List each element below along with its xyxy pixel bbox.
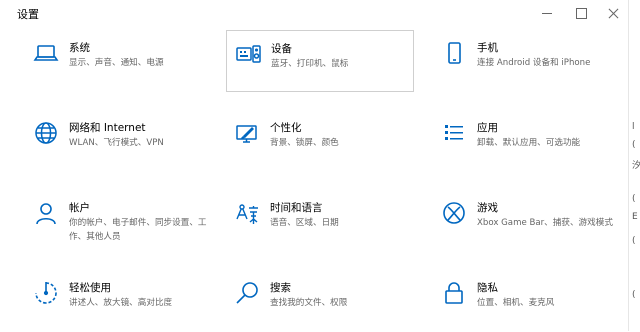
tile-description: 显示、声音、通知、电源 [69,58,164,68]
tile-time-language[interactable]: 时间和语言 语音、区域、日期 [226,190,414,252]
time-language-icon [232,198,262,228]
tile-personalization[interactable]: 个性化 背景、锁屏、颜色 [226,110,414,172]
tile-description: 你的帐户、电子邮件、同步设置、工作、其他人员 [69,218,207,242]
tile-description: 语音、区域、日期 [270,218,339,228]
tile-search[interactable]: 搜索 查找我的文件、权限 [226,270,414,332]
tile-name: 设备 [271,43,292,55]
apps-list-icon [439,118,469,148]
tile-name: 网络和 Internet [69,122,146,134]
edge-glyph: ( [632,194,636,204]
edge-glyph: E [632,212,638,222]
tile-name: 隐私 [477,282,498,294]
phone-icon [439,38,469,68]
tile-description: 位置、相机、麦克风 [477,298,555,308]
tile-description: 卸载、默认应用、可选功能 [477,138,581,148]
tile-description: 查找我的文件、权限 [270,298,348,308]
tile-network[interactable]: 网络和 Internet WLAN、飞行模式、VPN [25,110,213,172]
tile-name: 轻松使用 [69,282,111,294]
window-title: 设置 [17,8,39,21]
maximize-button[interactable] [564,0,598,26]
tile-phone[interactable]: 手机 连接 Android 设备和 iPhone [433,30,621,92]
tile-name: 时间和语言 [270,202,323,214]
tile-description: WLAN、飞行模式、VPN [69,138,164,148]
tile-name: 系统 [69,42,90,54]
edge-glyph: ( [632,140,636,150]
tile-description: 讲述人、放大镜、高对比度 [69,298,173,308]
lock-icon [439,278,469,308]
edge-glyph: ( [632,236,636,246]
tile-privacy[interactable]: 隐私 位置、相机、麦克风 [433,270,621,332]
tile-description: Xbox Game Bar、捕获、游戏模式 [477,218,613,228]
settings-window: 设置 系统 显示、声音、通知、电源 设备 蓝牙、打印机、鼠标 手机 连接 And… [0,0,628,331]
tile-description: 蓝牙、打印机、鼠标 [271,59,349,69]
tile-name: 搜索 [270,282,291,294]
edge-glyph: l [632,122,635,132]
tile-name: 手机 [477,42,498,54]
keyboard-speaker-icon [233,39,263,69]
tile-name: 应用 [477,122,498,134]
close-icon [608,8,619,19]
paint-monitor-icon [232,118,262,148]
tile-name: 游戏 [477,202,498,214]
title-bar: 设置 [0,0,628,28]
tile-devices[interactable]: 设备 蓝牙、打印机、鼠标 [226,30,414,92]
maximize-icon [575,7,587,19]
close-button[interactable] [596,0,630,26]
tile-accounts[interactable]: 帐户 你的帐户、电子邮件、同步设置、工作、其他人员 [25,190,213,252]
ease-of-access-icon [31,278,61,308]
tile-gaming[interactable]: 游戏 Xbox Game Bar、捕获、游戏模式 [433,190,621,252]
tile-system[interactable]: 系统 显示、声音、通知、电源 [25,30,213,92]
search-icon [232,278,262,308]
tile-description: 连接 Android 设备和 iPhone [477,58,591,68]
person-icon [31,198,61,228]
tile-ease-of-access[interactable]: 轻松使用 讲述人、放大镜、高对比度 [25,270,213,332]
tile-description: 背景、锁屏、颜色 [270,138,339,148]
tile-name: 个性化 [270,122,302,134]
minimize-button[interactable] [530,0,564,26]
edge-glyph: ( [632,290,636,300]
laptop-icon [31,38,61,68]
edge-glyph: 汐 [632,161,640,171]
tile-name: 帐户 [69,202,90,214]
background-window-edge: l ( 汐 ( E ( ( [628,0,640,331]
globe-icon [31,118,61,148]
xbox-icon [439,198,469,228]
minimize-icon [542,12,552,14]
tile-apps[interactable]: 应用 卸载、默认应用、可选功能 [433,110,621,172]
